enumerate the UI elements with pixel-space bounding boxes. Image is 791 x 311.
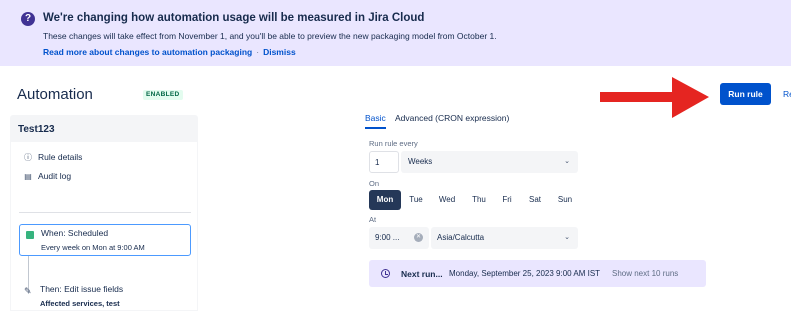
run-every-label: Run rule every: [369, 139, 418, 148]
interval-value: 1: [375, 158, 380, 167]
banner-description: These changes will take effect from Nove…: [43, 31, 497, 41]
timezone-value: Asia/Calcutta: [437, 233, 485, 242]
day-thu[interactable]: Thu: [465, 190, 493, 210]
tab-basic[interactable]: Basic: [365, 113, 386, 123]
audit-log-link[interactable]: ▤ Audit log: [23, 171, 71, 181]
unit-value: Weeks: [408, 157, 433, 166]
rule-name: Test123: [18, 124, 55, 135]
trigger-subtitle: Every week on Mon at 9:00 AM: [41, 243, 145, 252]
unit-select[interactable]: Weeks ⌄: [401, 151, 578, 173]
rule-components: ⓘ Rule details ▤ Audit log When: Scheduled…: [10, 141, 198, 311]
chevron-down-icon: ⌄: [564, 158, 570, 165]
action-subtitle: Affected services, test: [40, 299, 120, 308]
run-rule-button[interactable]: Run rule: [720, 83, 771, 105]
next-run-date: Monday, September 25, 2023 9:00 AM IST: [449, 269, 601, 278]
info-icon: ⓘ: [24, 153, 32, 162]
day-wed[interactable]: Wed: [432, 190, 462, 210]
clock-icon: [381, 269, 390, 278]
red-arrow-annotation: [600, 77, 709, 118]
info-banner: ? We're changing how automation usage wi…: [0, 0, 791, 66]
arrow-head: [672, 77, 709, 118]
time-value: 9:00 ...: [375, 233, 400, 242]
pencil-icon: ✎: [24, 286, 32, 296]
banner-title: We're changing how automation usage will…: [43, 12, 425, 24]
clear-icon[interactable]: ✕: [414, 233, 423, 242]
audit-log-label: Audit log: [38, 171, 72, 181]
day-sat[interactable]: Sat: [521, 190, 549, 210]
arrow-shaft: [600, 92, 672, 102]
day-tue[interactable]: Tue: [402, 190, 430, 210]
timezone-select[interactable]: Asia/Calcutta ⌄: [431, 227, 578, 249]
trigger-scheduled[interactable]: When: Scheduled Every week on Mon at 9:0…: [19, 224, 191, 256]
action-edit-issue[interactable]: ✎ Then: Edit issue fields Affected servi…: [19, 282, 191, 311]
rule-details-link[interactable]: ⓘ Rule details: [23, 152, 82, 163]
banner-links: Read more about changes to automation pa…: [43, 47, 296, 57]
automation-page: ? We're changing how automation usage wi…: [0, 0, 791, 311]
day-mon[interactable]: Mon: [369, 190, 401, 210]
question-icon: ?: [21, 12, 35, 26]
rule-details-label: Rule details: [38, 152, 83, 162]
active-tab-indicator: [365, 127, 386, 129]
divider: [19, 212, 191, 213]
tab-advanced[interactable]: Advanced (CRON expression): [395, 113, 509, 123]
dismiss-link[interactable]: Dismiss: [263, 47, 296, 57]
day-sun[interactable]: Sun: [551, 190, 579, 210]
show-next-runs-link[interactable]: Show next 10 runs: [612, 269, 678, 278]
rule-panel: Test123 ⓘ Rule details ▤ Audit log When: S…: [10, 115, 198, 311]
action-title: Then: Edit issue fields: [40, 284, 124, 294]
document-icon: ▤: [24, 172, 32, 181]
calendar-icon: [26, 231, 34, 239]
next-run-label: Next run...: [401, 269, 443, 279]
at-label: At: [369, 215, 377, 224]
cut-off-button[interactable]: Re: [783, 89, 791, 99]
trigger-title: When: Scheduled: [41, 228, 109, 238]
status-badge: ENABLED: [143, 90, 183, 100]
on-label: On: [369, 179, 380, 188]
day-fri[interactable]: Fri: [495, 190, 519, 210]
link-separator: ·: [256, 47, 260, 57]
read-more-link[interactable]: Read more about changes to automation pa…: [43, 47, 252, 57]
page-title: Automation: [17, 86, 93, 103]
next-run-panel: Next run... Monday, September 25, 2023 9…: [369, 260, 706, 287]
interval-input[interactable]: 1: [369, 151, 399, 173]
chevron-down-icon: ⌄: [564, 234, 570, 241]
time-picker[interactable]: 9:00 ... ✕: [369, 227, 429, 249]
